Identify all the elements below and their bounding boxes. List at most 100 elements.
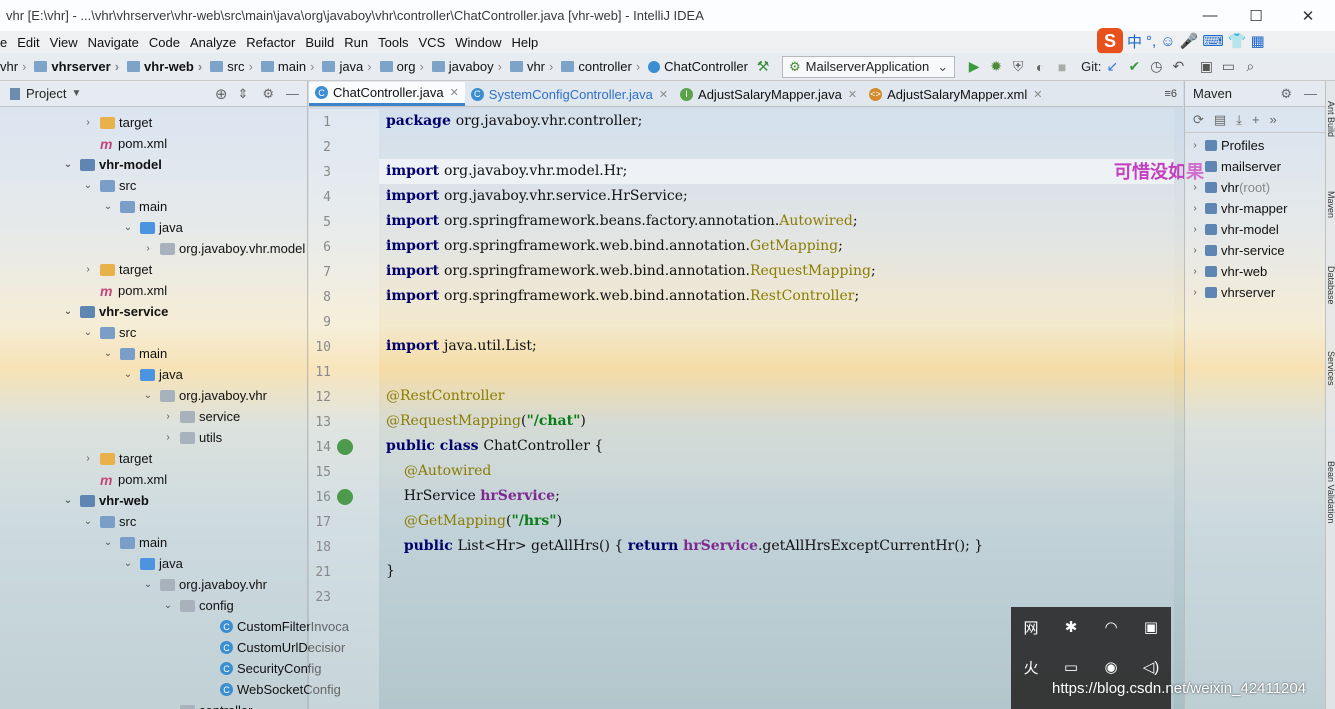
menu-item-tools[interactable]: Tools (378, 35, 408, 50)
tab-overflow[interactable]: ≡6 (1164, 88, 1177, 100)
breadcrumb-item[interactable]: vhrserver › (30, 59, 119, 74)
breadcrumb-item[interactable]: vhr › (0, 59, 26, 74)
breadcrumb-item[interactable]: main › (257, 59, 314, 74)
hide-panel-icon[interactable]: — (1304, 86, 1317, 101)
sogou-logo-icon[interactable]: S (1097, 28, 1123, 54)
chevron-down-icon[interactable]: ⌄ (62, 159, 74, 170)
menu-item-build[interactable]: Build (305, 35, 334, 50)
menu-item-run[interactable]: Run (344, 35, 368, 50)
keyboard-icon[interactable]: ⌨ (1202, 32, 1224, 50)
chevron-down-icon[interactable]: ⌄ (102, 537, 114, 548)
side-tab-services[interactable]: Services (1326, 351, 1335, 386)
maven-project-item[interactable]: › vhr-web (1189, 261, 1267, 282)
punctuation-icon[interactable]: °, (1146, 33, 1156, 50)
chevron-right-icon[interactable]: › (1189, 287, 1201, 298)
menu-item-code[interactable]: Code (149, 35, 180, 50)
side-tab-database[interactable]: Database (1326, 266, 1335, 305)
tree-item[interactable]: › target (82, 448, 152, 469)
menu-item-view[interactable]: View (50, 35, 78, 50)
project-structure-icon[interactable]: ▣ (1195, 56, 1217, 78)
chevron-right-icon[interactable]: › (1189, 266, 1201, 277)
search-icon[interactable]: ⌕ (1239, 56, 1261, 78)
tree-item[interactable]: ⌄ vhr-model (62, 154, 162, 175)
tab-adjustsalarymapper-xml[interactable]: <> AdjustSalaryMapper.xml ✕ (863, 82, 1048, 106)
chinese-mode-icon[interactable]: 中 (1127, 31, 1142, 52)
breadcrumb-item[interactable]: src › (206, 59, 253, 74)
menu-item-edit[interactable]: Edit (17, 35, 39, 50)
menu-item-navigate[interactable]: Navigate (88, 35, 139, 50)
tree-item[interactable]: ⌄ controller (162, 700, 252, 709)
close-icon[interactable]: ✕ (659, 88, 668, 101)
coverage-icon[interactable]: ⛨ (1007, 56, 1029, 78)
maven-project-item[interactable]: › vhr-service (1189, 240, 1284, 261)
emoji-icon[interactable]: ☺ (1160, 33, 1175, 50)
breadcrumb-item[interactable]: ChatController (644, 59, 748, 74)
tree-item[interactable]: ⌄ main (102, 532, 167, 553)
chevron-down-icon[interactable]: ⌄ (162, 705, 174, 709)
tree-item[interactable]: ⌄ vhr-service (62, 301, 169, 322)
tree-item[interactable]: ⌄ org.javaboy.vhr (142, 385, 267, 406)
tree-item[interactable]: ⌄ org.javaboy.vhr (142, 574, 267, 595)
chevron-down-icon[interactable]: ⌄ (82, 180, 94, 191)
breadcrumb-item[interactable]: vhr › (506, 59, 553, 74)
menu-item-vcs[interactable]: VCS (419, 35, 446, 50)
tree-item[interactable]: › service (162, 406, 240, 427)
chevron-right-icon[interactable]: › (82, 453, 94, 464)
microphone-icon[interactable]: 🎤 (1180, 32, 1199, 50)
close-icon[interactable]: ✕ (1033, 88, 1042, 101)
rollback-icon[interactable]: ↶ (1167, 56, 1189, 78)
chevron-down-icon[interactable]: ⌄ (102, 348, 114, 359)
gear-icon[interactable]: ⚙ (1280, 86, 1292, 102)
chevron-right-icon[interactable]: › (82, 117, 94, 128)
toolbox-icon[interactable]: ▦ (1251, 32, 1265, 50)
maven-project-item[interactable]: › vhr-model (1189, 219, 1278, 240)
chevron-down-icon[interactable]: ⌄ (162, 600, 174, 611)
chevron-right-icon[interactable]: › (1189, 224, 1201, 235)
hide-panel-icon[interactable]: — (286, 86, 299, 101)
history-icon[interactable]: ◷ (1145, 56, 1167, 78)
git-update-icon[interactable]: ↙ (1101, 56, 1123, 78)
tree-item[interactable]: › target (82, 112, 152, 133)
add-icon[interactable]: + (1252, 112, 1260, 127)
wechat-icon[interactable]: ◉ (1104, 658, 1117, 676)
menu-item-refactor[interactable]: Refactor (246, 35, 295, 50)
tree-item[interactable]: ⌄ src (82, 322, 137, 343)
close-icon[interactable]: ✕ (848, 88, 857, 101)
tree-item[interactable]: ⌄ src (82, 175, 137, 196)
chevron-down-icon[interactable]: ⌄ (82, 516, 94, 527)
close-icon[interactable]: ✕ (450, 86, 459, 99)
menu-item-help[interactable]: Help (512, 35, 539, 50)
display-icon[interactable]: ▣ (1144, 618, 1158, 636)
menu-item-analyze[interactable]: Analyze (190, 35, 236, 50)
stop-icon[interactable]: ■ (1051, 56, 1073, 78)
chevron-down-icon[interactable]: ⌄ (62, 306, 74, 317)
add-folder-icon[interactable]: ▤ (1214, 112, 1226, 128)
locate-icon[interactable]: ⊕ (215, 85, 228, 103)
gear-icon[interactable]: ⚙ (262, 86, 274, 102)
tree-item[interactable]: m pom.xml (82, 280, 167, 301)
build-hammer-icon[interactable]: ⚒ (752, 56, 774, 78)
chevron-down-icon[interactable]: ⌄ (82, 327, 94, 338)
tree-item[interactable]: m pom.xml (82, 469, 167, 490)
tab-chatcontroller-java[interactable]: C ChatController.java ✕ (309, 82, 465, 106)
maven-project-item[interactable]: › vhr (root) (1189, 177, 1270, 198)
wifi-icon[interactable]: ◠ (1104, 618, 1117, 636)
maven-project-item[interactable]: › Profiles (1189, 135, 1264, 156)
chevron-down-icon[interactable]: ▼ (71, 88, 81, 99)
project-panel-title[interactable]: Project (26, 86, 66, 101)
menu-item-window[interactable]: Window (455, 35, 501, 50)
tree-item[interactable]: › org.javaboy.vhr.model (142, 238, 305, 259)
breadcrumb-item[interactable]: javaboy › (428, 59, 502, 74)
profile-icon[interactable]: ◐ (1029, 56, 1051, 78)
spring-bean-icon[interactable] (337, 439, 353, 455)
run-icon[interactable]: ▶ (963, 56, 985, 78)
chevron-right-icon[interactable]: › (162, 411, 174, 422)
chevron-down-icon[interactable]: ⌄ (62, 495, 74, 506)
tree-item[interactable]: ⌄ config (162, 595, 234, 616)
chevron-down-icon[interactable]: ⌄ (122, 222, 134, 233)
chevron-right-icon[interactable]: › (82, 264, 94, 275)
breadcrumb-item[interactable]: java › (318, 59, 372, 74)
tab-adjustsalarymapper-java[interactable]: I AdjustSalaryMapper.java ✕ (674, 82, 863, 106)
app-icon[interactable]: 火 (1023, 657, 1038, 678)
skin-icon[interactable]: 👕 (1228, 32, 1247, 50)
